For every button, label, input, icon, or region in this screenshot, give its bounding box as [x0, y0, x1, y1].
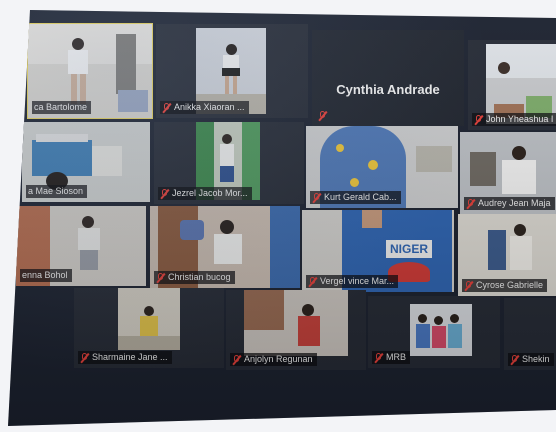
participant-name-tag: Anikka Xiaoran ...	[160, 101, 249, 114]
participant-tile[interactable]: NIGER Vergel vince Mar...	[302, 210, 454, 292]
participant-name-tag: Christian bucog	[154, 271, 235, 284]
participant-name: MRB	[386, 352, 406, 362]
video-feed	[410, 304, 472, 356]
participant-tile[interactable]: Sharmaine Jane ...	[74, 288, 224, 368]
mic-muted-icon	[162, 102, 171, 113]
video-feed	[486, 44, 556, 124]
participant-tile[interactable]: Audrey Jean Maja	[460, 132, 556, 214]
participant-name: Shekin	[522, 354, 550, 364]
participant-name: Anikka Xiaoran ...	[174, 102, 245, 112]
participant-name-tag: John Yheashua I	[472, 113, 556, 126]
participant-tile[interactable]: Anikka Xiaoran ...	[156, 24, 308, 118]
mic-muted-icon	[232, 354, 241, 365]
participant-name: Audrey Jean Maja	[478, 198, 551, 208]
participant-tile[interactable]: John Yheashua I	[468, 40, 556, 130]
participant-name-tag: Sharmaine Jane ...	[78, 351, 172, 364]
participant-tile[interactable]: Shekin	[504, 298, 556, 370]
mic-muted-icon	[318, 111, 327, 121]
participant-tile[interactable]: ca Bartolome	[27, 23, 153, 119]
mic-muted-icon	[160, 188, 169, 199]
participant-tile[interactable]: enna Bohol	[16, 206, 146, 286]
participant-name: Sharmaine Jane ...	[92, 352, 168, 362]
participant-name: ca Bartolome	[34, 102, 88, 112]
mic-muted-icon	[464, 280, 473, 291]
participant-name-tag: Jezrel Jacob Mor...	[158, 187, 252, 200]
participant-name-tag: Kurt Gerald Cab...	[310, 191, 401, 204]
mic-muted-icon	[466, 198, 475, 209]
shirt-print: NIGER	[386, 240, 432, 258]
participant-name: Jezrel Jacob Mor...	[172, 188, 248, 198]
participant-name-tag: Cyrose Gabrielle	[462, 279, 548, 292]
mic-muted-icon	[374, 352, 383, 363]
participant-name: Vergel vince Mar...	[320, 276, 395, 286]
mic-muted-icon	[156, 272, 165, 283]
mic-muted-icon	[80, 352, 89, 363]
video-gallery: ca Bartolome Anikka Xiaoran ... Cynthia …	[8, 10, 556, 426]
participant-name: enna Bohol	[22, 270, 68, 280]
mic-muted-icon	[308, 276, 317, 287]
video-feed	[244, 290, 348, 356]
participant-name-tag: Anjolyn Regunan	[230, 353, 317, 366]
participant-name-tag: a Mae Sioson	[26, 185, 88, 198]
participant-tile[interactable]: a Mae Sioson	[22, 122, 150, 202]
participant-tile[interactable]: MRB	[368, 296, 500, 368]
participant-tile[interactable]: Kurt Gerald Cab...	[306, 126, 458, 208]
participant-name-tag: Shekin	[508, 353, 554, 366]
photo-of-monitor: ca Bartolome Anikka Xiaoran ... Cynthia …	[0, 0, 556, 432]
participant-name-tag: Audrey Jean Maja	[464, 197, 555, 210]
participant-name-tag: MRB	[372, 351, 410, 364]
participant-name: Cyrose Gabrielle	[476, 280, 544, 290]
participant-tile[interactable]: Cynthia Andrade	[312, 30, 464, 126]
participant-name-display: Cynthia Andrade	[336, 82, 440, 97]
mic-muted-icon	[510, 354, 519, 365]
participant-name-tag: enna Bohol	[20, 269, 72, 282]
participant-tile[interactable]: Jezrel Jacob Mor...	[154, 122, 304, 204]
participant-name-tag: Vergel vince Mar...	[306, 275, 399, 288]
participant-tile[interactable]: Anjolyn Regunan	[226, 290, 366, 370]
participant-name-tag: ca Bartolome	[32, 101, 92, 114]
participant-name: Christian bucog	[168, 272, 231, 282]
video-feed	[118, 288, 180, 350]
participant-name: Kurt Gerald Cab...	[324, 192, 397, 202]
participant-name: a Mae Sioson	[28, 186, 84, 196]
mic-muted-icon	[312, 192, 321, 203]
participant-tile[interactable]: Cyrose Gabrielle	[458, 214, 556, 296]
participant-name-tag	[316, 110, 331, 122]
participant-name: John Yheashua I	[486, 114, 554, 124]
participant-tile[interactable]: Christian bucog	[150, 206, 300, 288]
mic-muted-icon	[474, 114, 483, 125]
participant-name: Anjolyn Regunan	[244, 354, 313, 364]
